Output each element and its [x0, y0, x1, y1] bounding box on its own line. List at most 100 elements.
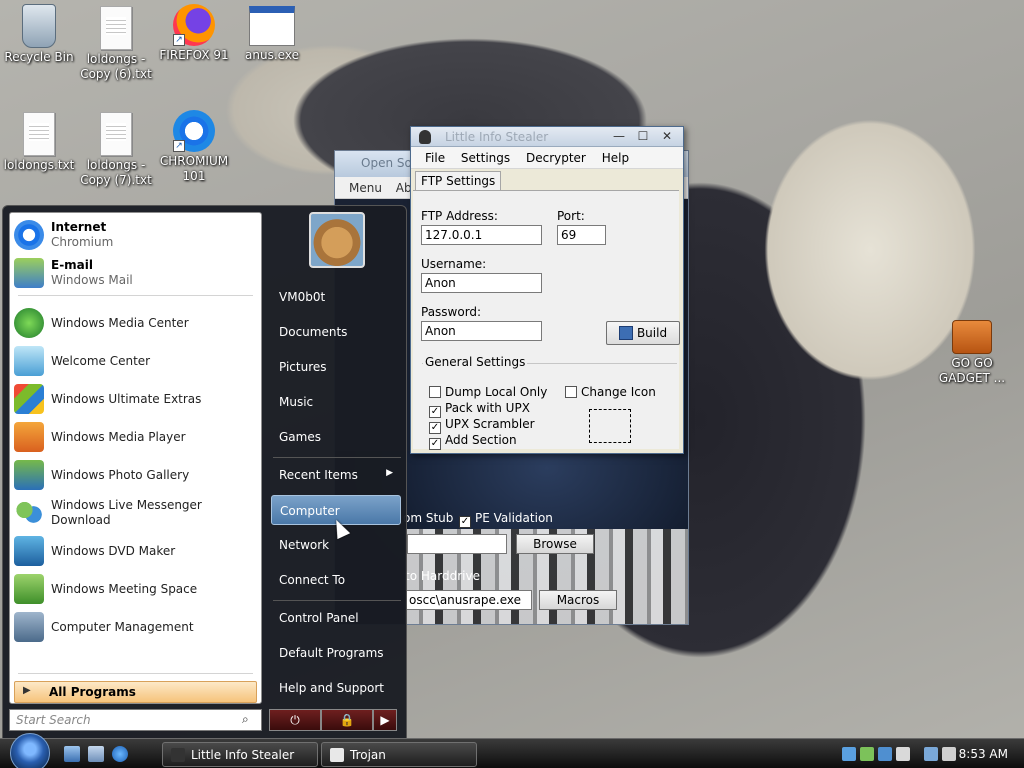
menu-file[interactable]: File: [425, 151, 445, 165]
desktop-icon-loldongs-copy6[interactable]: loldongs - Copy (6).txt: [74, 6, 158, 82]
file-path-input[interactable]: [407, 534, 507, 554]
taskbar: Little Info Stealer Trojan 8:53 AM: [0, 733, 1024, 768]
show-desktop-icon[interactable]: [64, 746, 80, 762]
browse-button[interactable]: Browse: [516, 534, 594, 554]
desktop-icon-anus-exe[interactable]: anus.exe: [230, 6, 314, 63]
pinned-internet[interactable]: Internet Chromium: [14, 217, 259, 253]
power-options-arrow-icon[interactable]: ▶: [373, 709, 397, 731]
switch-windows-icon[interactable]: [88, 746, 104, 762]
icon-preview-box[interactable]: [589, 409, 631, 443]
build-button[interactable]: Build: [606, 321, 680, 345]
checkbox[interactable]: ✓: [459, 516, 471, 528]
program-meeting-space[interactable]: Windows Meeting Space: [14, 571, 259, 607]
desktop-icon-label: anus.exe: [245, 48, 299, 62]
username-input[interactable]: Anon: [421, 273, 542, 293]
tray-volume-icon[interactable]: [896, 747, 910, 761]
program-live-messenger[interactable]: Windows Live Messenger Download: [14, 495, 259, 531]
start-item-default-programs[interactable]: Default Programs: [271, 638, 401, 668]
menu-item-menu[interactable]: Menu: [349, 181, 382, 195]
program-label: Welcome Center: [51, 353, 151, 368]
checkbox-box[interactable]: [429, 386, 441, 398]
desktop-icon-chromium[interactable]: ↗ CHROMIUM 101: [152, 110, 236, 184]
start-item-recent-items[interactable]: Recent Items ▶: [271, 460, 401, 490]
taskbar-button-trojan[interactable]: Trojan: [321, 742, 477, 767]
program-computer-management[interactable]: Computer Management: [14, 609, 259, 645]
desktop-icon-loldongs-copy7[interactable]: loldongs - Copy (7).txt: [74, 112, 158, 188]
tray-connection-icon[interactable]: [924, 747, 938, 761]
upx-scrambler-checkbox[interactable]: ✓ UPX Scrambler: [429, 417, 535, 434]
chromium-icon: [14, 220, 44, 250]
program-welcome-center[interactable]: Welcome Center: [14, 343, 259, 379]
recycle-bin-icon: [22, 4, 56, 48]
desktop-icon-recycle-bin[interactable]: Recycle Bin: [0, 4, 81, 65]
separator: [18, 295, 253, 296]
internet-explorer-icon[interactable]: [112, 746, 128, 762]
desktop-icon-label: GO GO GADGET ...: [938, 356, 1006, 385]
port-label: Port:: [557, 209, 585, 223]
start-item-games[interactable]: Games: [271, 422, 401, 452]
user-avatar[interactable]: [309, 212, 365, 268]
change-icon-checkbox[interactable]: Change Icon: [565, 385, 656, 399]
program-label: Windows Live Messenger Download: [51, 498, 202, 527]
build-label: Build: [636, 326, 668, 340]
start-orb-icon[interactable]: [10, 733, 50, 768]
start-item-connect-to[interactable]: Connect To: [271, 565, 401, 595]
computer-management-icon: [14, 612, 44, 642]
ftp-address-input[interactable]: 127.0.0.1: [421, 225, 542, 245]
program-photo-gallery[interactable]: Windows Photo Gallery: [14, 457, 259, 493]
add-section-checkbox[interactable]: ✓ Add Section: [429, 433, 517, 450]
checkbox-box[interactable]: ✓: [429, 438, 441, 450]
checkbox-box[interactable]: [565, 386, 577, 398]
program-ultimate-extras[interactable]: Windows Ultimate Extras: [14, 381, 259, 417]
desktop-icon-loldongs[interactable]: loldongs.txt: [0, 112, 81, 173]
desktop-icon-gadget[interactable]: GO GO GADGET ...: [930, 314, 1014, 386]
menu-settings[interactable]: Settings: [461, 151, 510, 165]
start-item-user[interactable]: VM0b0t: [271, 282, 401, 312]
recent-items-label: Recent Items: [279, 468, 358, 482]
tab-ftp-settings[interactable]: FTP Settings: [415, 171, 502, 190]
output-path-input[interactable]: oscc\anusrape.exe: [405, 590, 532, 610]
system-tray: 8:53 AM: [834, 739, 1024, 768]
tray-app-icon[interactable]: [878, 747, 892, 761]
exe-window-icon: [249, 6, 295, 46]
power-icon[interactable]: ⏻: [269, 709, 321, 731]
program-windows-media-center[interactable]: Windows Media Center: [14, 305, 259, 341]
port-input[interactable]: 69: [557, 225, 606, 245]
username-label: Username:: [421, 257, 487, 271]
tray-shield-icon[interactable]: [860, 747, 874, 761]
start-item-documents[interactable]: Documents: [271, 317, 401, 347]
dump-local-only-checkbox[interactable]: Dump Local Only: [429, 385, 547, 399]
checkbox-label: Dump Local Only: [445, 385, 548, 399]
program-label: Windows DVD Maker: [51, 543, 176, 558]
pe-validation-checkbox[interactable]: ✓ PE Validation: [459, 511, 553, 528]
program-media-player[interactable]: Windows Media Player: [14, 419, 259, 455]
menu-decrypter[interactable]: Decrypter: [526, 151, 586, 165]
start-item-music[interactable]: Music: [271, 387, 401, 417]
little-info-stealer-window[interactable]: Little Info Stealer — ☐ ✕ File Settings …: [410, 126, 684, 454]
taskbar-button-little-info-stealer[interactable]: Little Info Stealer: [162, 742, 318, 767]
maximize-icon[interactable]: ☐: [633, 129, 653, 144]
start-item-control-panel[interactable]: Control Panel: [271, 603, 401, 633]
window-titlebar[interactable]: Little Info Stealer — ☐ ✕: [411, 127, 683, 147]
all-programs-button[interactable]: All Programs: [14, 681, 257, 703]
close-icon[interactable]: ✕: [657, 129, 677, 144]
desktop-icon-label: loldongs.txt: [3, 158, 75, 172]
start-search-input[interactable]: Start Search ⌕: [9, 709, 262, 731]
pinned-email[interactable]: E-mail Windows Mail: [14, 255, 259, 291]
desktop-icon-firefox[interactable]: ↗ FIREFOX 91: [152, 4, 236, 63]
clock[interactable]: 8:53 AM: [959, 747, 1008, 761]
macros-button[interactable]: Macros: [539, 590, 617, 610]
separator: [273, 457, 401, 458]
search-icon[interactable]: ⌕: [242, 712, 256, 726]
start-item-help-support[interactable]: Help and Support: [271, 673, 401, 703]
tray-mute-icon[interactable]: [942, 747, 956, 761]
pack-with-upx-checkbox[interactable]: ✓ Pack with UPX: [429, 401, 530, 418]
program-dvd-maker[interactable]: Windows DVD Maker: [14, 533, 259, 569]
tray-network-icon[interactable]: [842, 747, 856, 761]
start-item-pictures[interactable]: Pictures: [271, 352, 401, 382]
minimize-icon[interactable]: —: [609, 129, 629, 144]
menu-help[interactable]: Help: [602, 151, 629, 165]
password-input[interactable]: Anon: [421, 321, 542, 341]
power-controls: ⏻ 🔒 ▶: [269, 709, 397, 731]
lock-icon[interactable]: 🔒: [321, 709, 373, 731]
